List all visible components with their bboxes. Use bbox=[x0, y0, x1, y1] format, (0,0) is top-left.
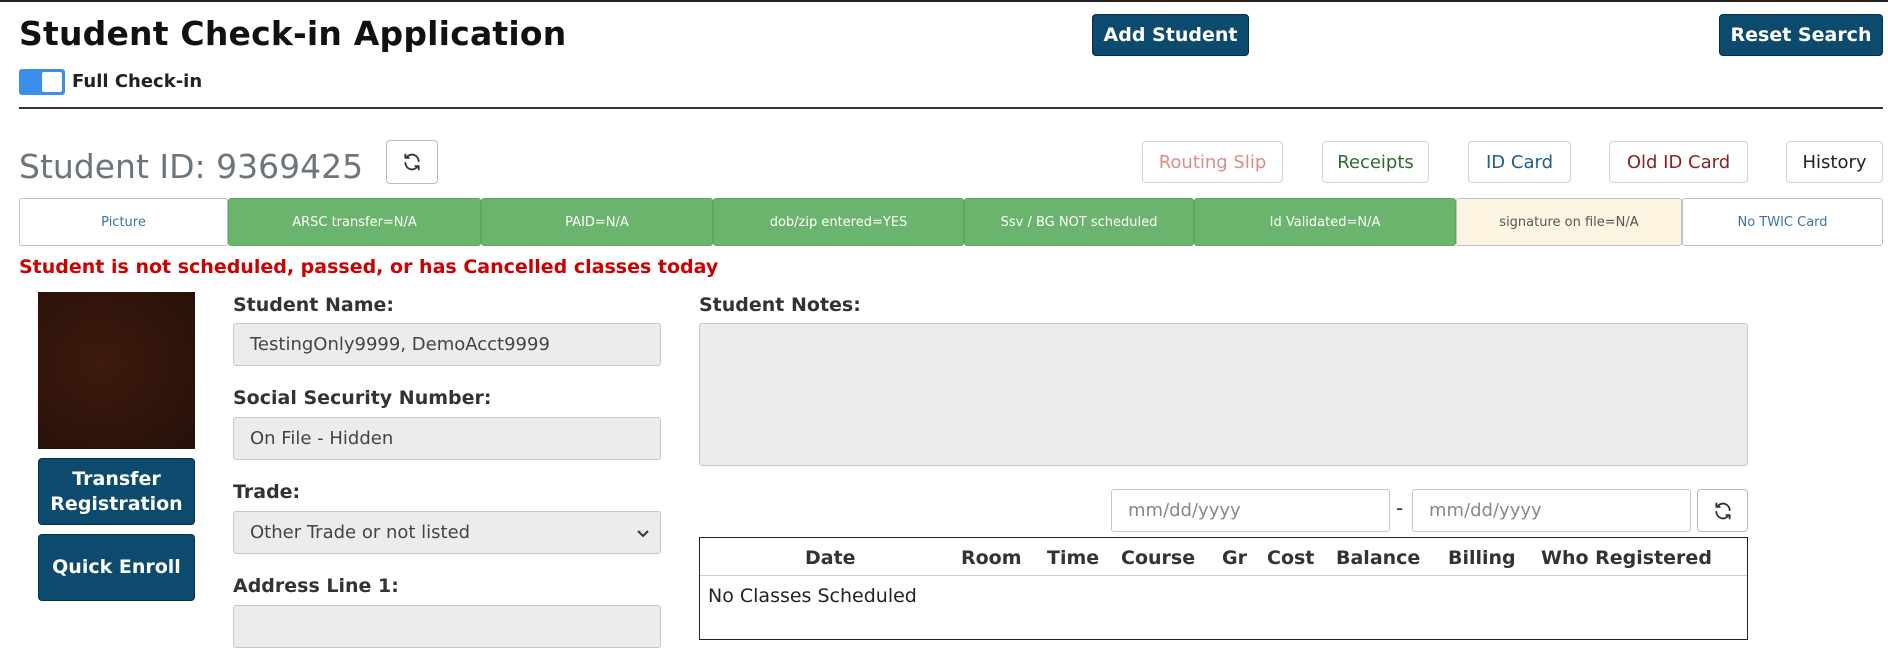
no-classes-message: No Classes Scheduled bbox=[708, 585, 917, 607]
col-balance: Balance bbox=[1336, 547, 1421, 569]
schedule-warning: Student is not scheduled, passed, or has… bbox=[19, 256, 719, 278]
chevron-down-icon bbox=[637, 529, 649, 537]
status-signature[interactable]: signature on file=N/A bbox=[1456, 198, 1682, 246]
routing-slip-button[interactable]: Routing Slip bbox=[1142, 141, 1283, 183]
refresh-icon bbox=[404, 153, 420, 171]
full-checkin-toggle[interactable] bbox=[19, 69, 65, 95]
student-photo bbox=[38, 292, 195, 449]
status-id-validated[interactable]: Id Validated=N/A bbox=[1194, 198, 1456, 246]
old-id-card-button[interactable]: Old ID Card bbox=[1609, 141, 1748, 183]
status-arsc-transfer[interactable]: ARSC transfer=N/A bbox=[228, 198, 481, 246]
col-cost: Cost bbox=[1267, 547, 1315, 569]
col-time: Time bbox=[1047, 547, 1100, 569]
app-title: Student Check-in Application bbox=[19, 14, 567, 53]
reset-search-button[interactable]: Reset Search bbox=[1719, 14, 1883, 56]
add-student-button[interactable]: Add Student bbox=[1092, 14, 1249, 56]
trade-selected-value: Other Trade or not listed bbox=[250, 522, 471, 543]
table-header: Date Room Time Course Gr Cost Balance Bi… bbox=[700, 538, 1747, 576]
refresh-student-button[interactable] bbox=[386, 140, 438, 184]
col-gr: Gr bbox=[1222, 547, 1247, 569]
quick-enroll-button[interactable]: Quick Enroll bbox=[38, 534, 195, 601]
status-twic-card[interactable]: No TWIC Card bbox=[1682, 198, 1883, 246]
date-separator: - bbox=[1396, 496, 1404, 520]
history-button[interactable]: History bbox=[1786, 141, 1883, 183]
header-divider bbox=[19, 107, 1883, 109]
col-date: Date bbox=[805, 547, 856, 569]
trade-label: Trade: bbox=[233, 481, 301, 503]
classes-table: Date Room Time Course Gr Cost Balance Bi… bbox=[699, 537, 1748, 640]
address-line1-field[interactable] bbox=[233, 605, 661, 648]
trade-select[interactable]: Other Trade or not listed bbox=[233, 511, 661, 554]
student-name-label: Student Name: bbox=[233, 294, 395, 316]
status-picture[interactable]: Picture bbox=[19, 198, 228, 246]
id-card-button[interactable]: ID Card bbox=[1468, 141, 1571, 183]
status-bar: Picture ARSC transfer=N/A PAID=N/A dob/z… bbox=[19, 198, 1883, 246]
col-billing: Billing bbox=[1448, 547, 1516, 569]
refresh-classes-button[interactable] bbox=[1697, 489, 1748, 532]
student-notes-label: Student Notes: bbox=[699, 294, 861, 316]
col-room: Room bbox=[961, 547, 1022, 569]
toggle-knob bbox=[42, 72, 62, 92]
student-id: Student ID: 9369425 bbox=[19, 147, 364, 186]
date-from-input[interactable]: mm/dd/yyyy bbox=[1111, 489, 1390, 532]
full-checkin-label: Full Check-in bbox=[72, 71, 203, 92]
col-course: Course bbox=[1121, 547, 1196, 569]
top-border bbox=[0, 0, 1888, 2]
col-who-registered: Who Registered bbox=[1541, 547, 1712, 569]
status-dob-zip[interactable]: dob/zip entered=YES bbox=[713, 198, 964, 246]
status-paid[interactable]: PAID=N/A bbox=[481, 198, 713, 246]
ssn-field[interactable]: On File - Hidden bbox=[233, 417, 661, 460]
address-line1-label: Address Line 1: bbox=[233, 575, 399, 597]
ssn-label: Social Security Number: bbox=[233, 387, 492, 409]
student-name-field[interactable]: TestingOnly9999, DemoAcct9999 bbox=[233, 323, 661, 366]
date-to-input[interactable]: mm/dd/yyyy bbox=[1412, 489, 1691, 532]
refresh-icon bbox=[1714, 502, 1731, 519]
transfer-registration-button[interactable]: Transfer Registration bbox=[38, 458, 195, 525]
status-ssv-bg[interactable]: Ssv / BG NOT scheduled bbox=[964, 198, 1194, 246]
student-notes-textarea[interactable] bbox=[699, 323, 1748, 466]
receipts-button[interactable]: Receipts bbox=[1322, 141, 1429, 183]
